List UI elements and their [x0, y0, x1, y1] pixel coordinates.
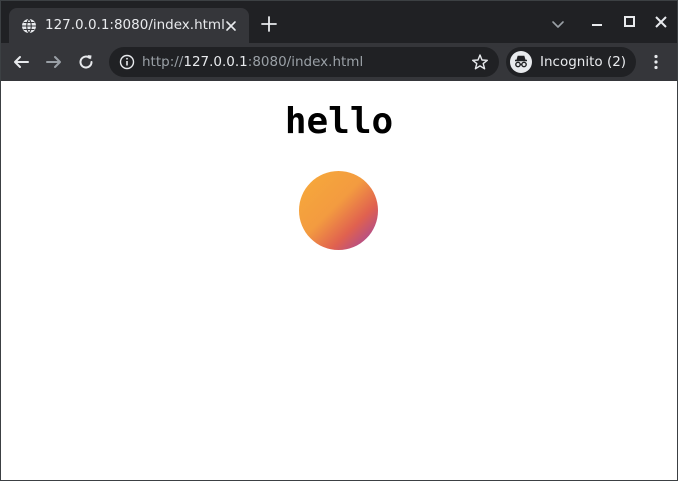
tab-active[interactable]: 127.0.0.1:8080/index.html	[9, 8, 249, 43]
close-icon[interactable]	[223, 18, 239, 34]
url-scheme: http://	[142, 54, 184, 70]
url-text[interactable]: http://127.0.0.1:8080/index.html	[142, 54, 363, 70]
page-heading: hello	[284, 101, 394, 142]
page-viewport: hello	[1, 81, 677, 480]
url-path: :8080/index.html	[247, 54, 364, 70]
reload-icon[interactable]	[77, 53, 95, 71]
globe-icon	[21, 18, 37, 34]
url-host: 127.0.0.1	[183, 54, 248, 70]
tab-title: 127.0.0.1:8080/index.html	[45, 17, 225, 33]
profile-label: Incognito (2)	[540, 54, 627, 70]
tab-strip: 127.0.0.1:8080/index.html	[1, 1, 677, 43]
address-bar[interactable]: http://127.0.0.1:8080/index.html	[109, 47, 499, 77]
arrow-right-icon[interactable]	[45, 53, 63, 71]
maximize-icon[interactable]	[621, 14, 637, 30]
gradient-circle	[299, 171, 378, 250]
browser-toolbar: http://127.0.0.1:8080/index.html Incogni…	[1, 43, 677, 81]
star-icon[interactable]	[471, 53, 489, 71]
more-vertical-icon[interactable]	[647, 53, 665, 71]
incognito-profile-button[interactable]: Incognito (2)	[506, 47, 636, 77]
minimize-icon[interactable]	[589, 14, 605, 30]
chevron-down-icon[interactable]	[550, 16, 566, 32]
browser-window: 127.0.0.1:8080/index.html http://127.0.0…	[0, 0, 678, 481]
close-window-icon[interactable]	[653, 14, 669, 30]
incognito-icon	[510, 51, 532, 73]
info-icon[interactable]	[119, 54, 135, 70]
arrow-left-icon[interactable]	[12, 53, 30, 71]
plus-icon[interactable]	[259, 14, 279, 34]
